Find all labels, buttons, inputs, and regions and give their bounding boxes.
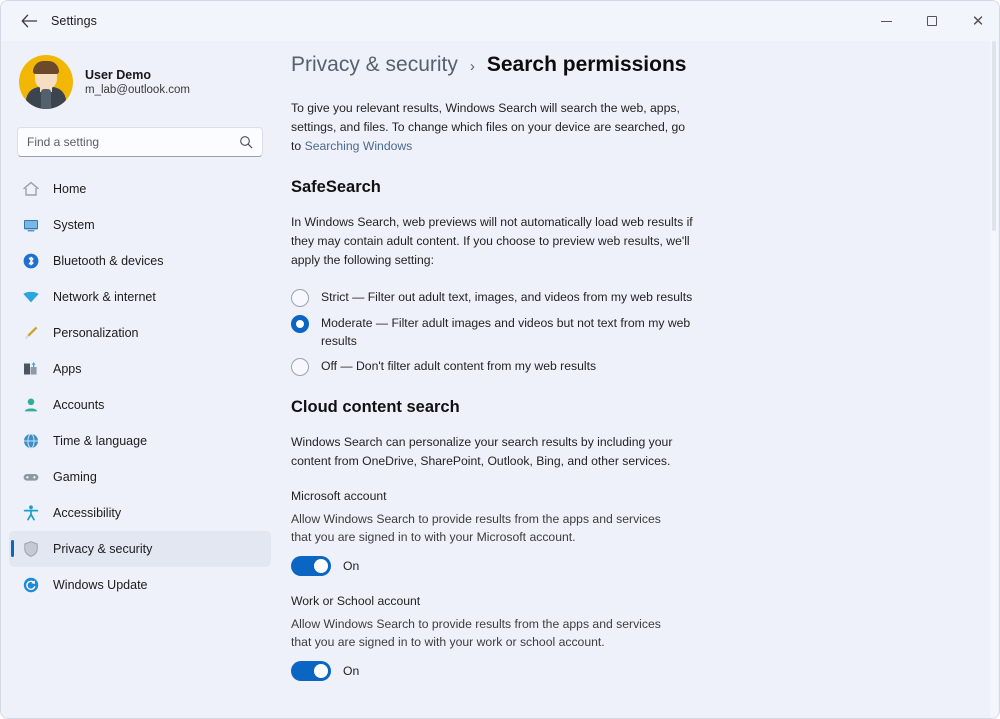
sidebar-item-label: Windows Update	[53, 578, 148, 592]
breadcrumb: Privacy & security › Search permissions	[291, 53, 999, 77]
search-box[interactable]	[17, 127, 263, 157]
display-icon	[21, 215, 41, 235]
person-icon	[21, 395, 41, 415]
back-arrow-icon	[21, 14, 37, 28]
sidebar-item-time-language[interactable]: Time & language	[9, 423, 271, 459]
sidebar-item-bluetooth-devices[interactable]: Bluetooth & devices	[9, 243, 271, 279]
sidebar-item-gaming[interactable]: Gaming	[9, 459, 271, 495]
radio-label: Off — Don't filter adult content from my…	[321, 359, 597, 373]
window-controls: ✕	[863, 1, 999, 41]
maximize-button[interactable]	[909, 1, 955, 41]
sidebar-item-personalization[interactable]: Personalization	[9, 315, 271, 351]
sidebar-item-network-internet[interactable]: Network & internet	[9, 279, 271, 315]
searching-windows-link[interactable]: Searching Windows	[305, 139, 413, 153]
sidebar-item-label: Home	[53, 182, 87, 196]
radio-label: Strict — Filter out adult text, images, …	[321, 290, 693, 304]
intro-text: To give you relevant results, Windows Se…	[291, 99, 697, 156]
page-title: Search permissions	[486, 53, 687, 76]
radio-button[interactable]	[291, 358, 309, 376]
toggle-state-label: On	[343, 664, 360, 678]
profile-name: User Demo	[85, 68, 151, 82]
microsoft-account-toggle[interactable]	[291, 556, 331, 576]
close-icon: ✕	[971, 12, 985, 30]
search-icon	[240, 136, 253, 149]
search-input[interactable]	[27, 135, 239, 149]
back-button[interactable]	[11, 6, 47, 36]
gamepad-icon	[21, 467, 41, 487]
minimize-icon	[880, 20, 892, 22]
chevron-right-icon: ›	[469, 58, 475, 75]
safesearch-option-strict[interactable]: Strict — Filter out adult text, images, …	[291, 288, 999, 307]
work-school-account-toggle-row: On	[291, 661, 999, 681]
breadcrumb-parent[interactable]: Privacy & security	[291, 53, 458, 77]
microsoft-account-setting: Microsoft account Allow Windows Search t…	[291, 489, 999, 576]
home-icon	[21, 179, 41, 199]
sidebar-item-accessibility[interactable]: Accessibility	[9, 495, 271, 531]
scrollbar-thumb[interactable]	[992, 41, 996, 231]
wifi-icon	[21, 287, 41, 307]
safesearch-option-off[interactable]: Off — Don't filter adult content from my…	[291, 357, 999, 376]
work-school-account-toggle[interactable]	[291, 661, 331, 681]
sidebar-item-privacy-security[interactable]: Privacy & security	[9, 531, 271, 567]
radio-button[interactable]	[291, 289, 309, 307]
sidebar-item-windows-update[interactable]: Windows Update	[9, 567, 271, 603]
toggle-state-label: On	[343, 559, 360, 573]
setting-description: Allow Windows Search to provide results …	[291, 617, 661, 649]
avatar	[19, 55, 73, 109]
sidebar-item-accounts[interactable]: Accounts	[9, 387, 271, 423]
safesearch-heading: SafeSearch	[291, 178, 381, 196]
sidebar-item-system[interactable]: System	[9, 207, 271, 243]
sidebar: User Demo m_lab@outlook.com Home	[1, 41, 279, 718]
sidebar-item-label: System	[53, 218, 95, 232]
globe-clock-icon	[21, 431, 41, 451]
cloud-content-search-heading: Cloud content search	[291, 398, 460, 416]
title-bar: Settings ✕	[1, 1, 999, 41]
sidebar-item-label: Network & internet	[53, 290, 156, 304]
update-icon	[21, 575, 41, 595]
settings-window: Settings ✕ User Demo m_lab@outlook.com F…	[0, 0, 1000, 719]
minimize-button[interactable]	[863, 1, 909, 41]
sidebar-item-label: Gaming	[53, 470, 97, 484]
sidebar-item-label: Accessibility	[53, 506, 122, 520]
scrollbar[interactable]	[990, 41, 998, 718]
accessibility-icon	[21, 503, 41, 523]
maximize-icon	[927, 16, 937, 26]
work-school-account-setting: Work or School account Allow Windows Sea…	[291, 594, 999, 681]
setting-description: Allow Windows Search to provide results …	[291, 512, 661, 544]
safesearch-description: In Windows Search, web previews will not…	[291, 215, 693, 267]
sidebar-item-label: Personalization	[53, 326, 139, 340]
sidebar-item-label: Bluetooth & devices	[53, 254, 164, 268]
window-title: Settings	[51, 14, 97, 28]
sidebar-nav: Home System Bluetooth & devices Network …	[1, 171, 279, 603]
profile-email: m_lab@outlook.com	[85, 84, 190, 96]
sidebar-item-label: Privacy & security	[53, 542, 153, 556]
microsoft-account-toggle-row: On	[291, 556, 999, 576]
sidebar-item-apps[interactable]: Apps	[9, 351, 271, 387]
sidebar-item-home[interactable]: Home	[9, 171, 271, 207]
setting-title: Work or School account	[291, 594, 421, 608]
cloud-content-search-description: Windows Search can personalize your sear…	[291, 435, 673, 468]
sidebar-item-label: Accounts	[53, 398, 105, 412]
main-content: Privacy & security › Search permissions …	[279, 41, 999, 718]
radio-label: Moderate — Filter adult images and video…	[321, 316, 691, 348]
sidebar-item-label: Time & language	[53, 434, 148, 448]
setting-title: Microsoft account	[291, 489, 387, 503]
apps-icon	[21, 359, 41, 379]
brush-icon	[21, 323, 41, 343]
user-profile[interactable]: User Demo m_lab@outlook.com	[1, 47, 279, 111]
sidebar-item-label: Apps	[53, 362, 82, 376]
safesearch-radio-group: Strict — Filter out adult text, images, …	[291, 288, 999, 376]
bluetooth-icon	[21, 251, 41, 271]
safesearch-option-moderate[interactable]: Moderate — Filter adult images and video…	[291, 314, 999, 350]
shield-icon	[21, 539, 41, 559]
radio-button[interactable]	[291, 315, 309, 333]
close-button[interactable]: ✕	[955, 1, 999, 41]
